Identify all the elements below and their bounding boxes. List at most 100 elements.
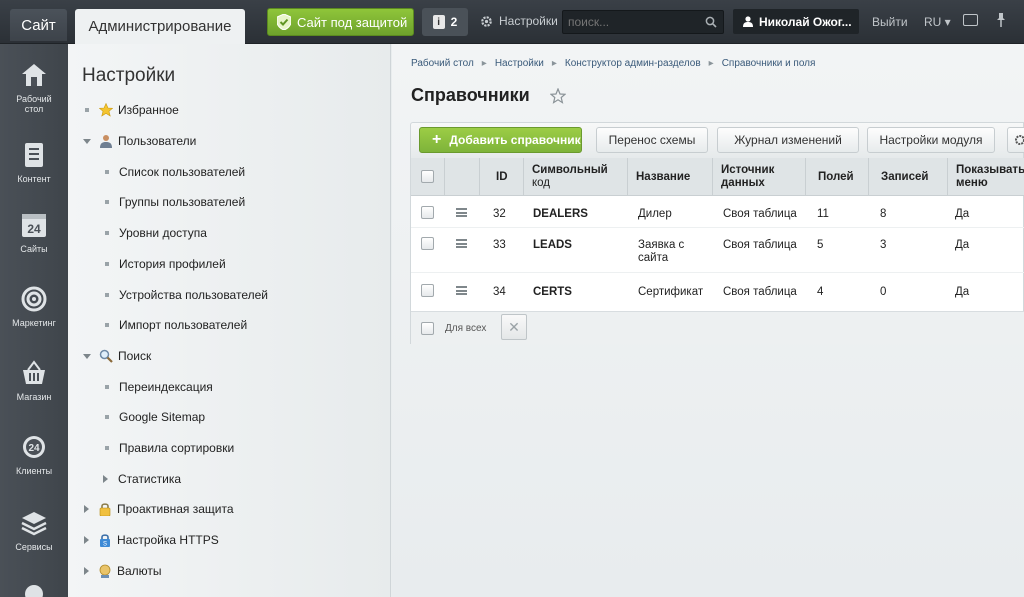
cell-code[interactable]: DEALERS	[533, 208, 588, 221]
bullet-icon	[105, 446, 109, 450]
table-row[interactable]: 32 DEALERS Дилер Своя таблица 11 8 Да	[411, 196, 1024, 228]
nav-content[interactable]: Контент	[0, 142, 68, 184]
nav-marketing-label: Маркетинг	[12, 318, 56, 328]
nav-clients[interactable]: 24 Клиенты	[0, 434, 68, 476]
col-name[interactable]: Название	[627, 158, 712, 196]
chevron-right-icon[interactable]	[84, 567, 89, 575]
tree-item-label: Валюты	[117, 564, 162, 578]
row-checkbox[interactable]	[421, 206, 434, 219]
chevron-right-icon[interactable]	[84, 536, 89, 544]
cloud-icon[interactable]	[20, 584, 48, 597]
settings-link[interactable]: Настройки	[480, 14, 558, 28]
row-checkbox[interactable]	[421, 237, 434, 250]
https-lock-icon: S	[100, 534, 110, 547]
chevron-down-icon[interactable]	[83, 353, 91, 359]
calendar-24-icon: 24	[22, 214, 46, 237]
search-icon[interactable]	[705, 16, 717, 28]
transfer-schema-button[interactable]: Перенос схемы	[596, 127, 708, 153]
tree-item-label: Настройка HTTPS	[117, 533, 219, 547]
chevron-right-icon[interactable]	[84, 505, 89, 513]
cell-source: Своя таблица	[723, 208, 797, 220]
user-name: Николай Ожог...	[759, 14, 852, 29]
nav-services-label: Сервисы	[15, 542, 53, 552]
nav-desktop-label2: стол	[24, 104, 44, 114]
col-show-menu[interactable]: Показывать меню	[947, 158, 1024, 196]
nav-sites[interactable]: 24 Сайты	[0, 212, 68, 254]
language-label: RU	[924, 15, 942, 29]
col-id[interactable]: ID	[479, 158, 523, 196]
grid-footer: Для всех ✕	[411, 311, 1024, 344]
col-source[interactable]: Источник данных	[712, 158, 805, 196]
cell-code[interactable]: CERTS	[533, 286, 572, 299]
nav-shop[interactable]: Магазин	[0, 360, 68, 402]
search-input[interactable]	[563, 11, 698, 33]
bullet-icon	[105, 170, 109, 174]
chevron-down-icon[interactable]	[83, 138, 91, 144]
tree-item-user-groups[interactable]: Группы пользователей	[68, 192, 245, 212]
nav-services[interactable]: Сервисы	[0, 510, 68, 552]
tree-item-user-import[interactable]: Импорт пользователей	[68, 315, 247, 335]
change-log-button[interactable]: Журнал изменений	[717, 127, 859, 153]
tree-item-proactive-protection[interactable]: Проактивная защита	[68, 499, 234, 519]
tree-item-https[interactable]: S Настройка HTTPS	[68, 530, 219, 550]
cell-menu: Да	[955, 208, 970, 220]
cell-code[interactable]: LEADS	[533, 239, 572, 252]
row-menu-icon[interactable]	[456, 208, 467, 217]
row-checkbox[interactable]	[421, 284, 434, 297]
tree-item-currencies[interactable]: Валюты	[68, 561, 162, 581]
breadcrumb-item[interactable]: Справочники и поля	[722, 58, 816, 69]
tree-item-reindex[interactable]: Переиндексация	[68, 377, 213, 397]
add-directory-button[interactable]: + Добавить справочник	[419, 127, 582, 153]
breadcrumb-item[interactable]: Рабочий стол	[411, 58, 474, 69]
notifications-count: 2	[450, 15, 458, 29]
breadcrumb-item[interactable]: Конструктор админ-разделов	[565, 58, 701, 69]
select-all-checkbox[interactable]	[421, 170, 434, 183]
row-menu-icon[interactable]	[456, 286, 467, 295]
logout-link[interactable]: Выйти	[872, 15, 908, 29]
admin-tab[interactable]: Администрирование	[75, 9, 245, 44]
nav-desktop[interactable]: Рабочий стол	[0, 62, 68, 114]
tree-item-label: История профилей	[119, 257, 226, 271]
col-fields[interactable]: Полей	[805, 158, 868, 196]
tree-item-sort-rules[interactable]: Правила сортировки	[68, 438, 234, 458]
nav-marketing[interactable]: Маркетинг	[0, 286, 68, 328]
favorite-star-icon[interactable]	[550, 88, 566, 104]
notifications-button[interactable]: i 2	[422, 8, 468, 36]
nav-clients-label: Клиенты	[15, 466, 53, 476]
for-all-checkbox[interactable]	[421, 322, 434, 335]
col-source-line1: Источник	[721, 164, 775, 176]
tree-item-user-devices[interactable]: Устройства пользователей	[68, 285, 268, 305]
bullet-icon	[105, 323, 109, 327]
cell-name-line1: Заявка с	[638, 239, 685, 251]
col-code[interactable]: Символьный код	[523, 158, 627, 196]
chevron-right-icon[interactable]	[103, 475, 108, 483]
module-settings-button[interactable]: Настройки модуля	[867, 127, 995, 153]
tree-item-favorites[interactable]: Избранное	[68, 100, 179, 120]
settings-gear-button[interactable]	[1007, 127, 1024, 153]
table-row[interactable]: 33 LEADS Заявка с сайта Своя таблица 5 3…	[411, 229, 1024, 273]
site-tab[interactable]: Сайт	[10, 9, 67, 41]
row-menu-icon[interactable]	[456, 239, 467, 248]
pin-icon[interactable]	[995, 13, 1007, 27]
breadcrumb-item[interactable]: Настройки	[495, 58, 544, 69]
gear-icon	[481, 15, 492, 27]
col-actions	[444, 158, 479, 196]
tree-item-profile-history[interactable]: История профилей	[68, 254, 226, 274]
tree-item-google-sitemap[interactable]: Google Sitemap	[68, 407, 205, 427]
svg-text:24: 24	[27, 222, 41, 236]
tree-item-users[interactable]: Пользователи	[68, 131, 196, 151]
tree-item-search[interactable]: Поиск	[68, 346, 151, 366]
tree-item-statistics[interactable]: Статистика	[68, 469, 181, 489]
table-row[interactable]: 34 CERTS Сертификат Своя таблица 4 0 Да	[411, 274, 1024, 310]
delete-button[interactable]: ✕	[501, 314, 527, 340]
language-selector[interactable]: RU ▾	[924, 15, 951, 29]
user-button[interactable]: Николай Ожог...	[733, 9, 859, 34]
col-menu-line1: Показывать	[956, 164, 1024, 176]
keyboard-icon[interactable]	[963, 14, 978, 26]
tree-item-user-list[interactable]: Список пользователей	[68, 162, 245, 182]
col-records[interactable]: Записей	[868, 158, 947, 196]
tree-item-access-levels[interactable]: Уровни доступа	[68, 223, 207, 243]
cell-id: 33	[493, 239, 506, 251]
plus-icon: +	[432, 131, 442, 148]
site-protected-button[interactable]: Сайт под защитой	[267, 8, 414, 36]
